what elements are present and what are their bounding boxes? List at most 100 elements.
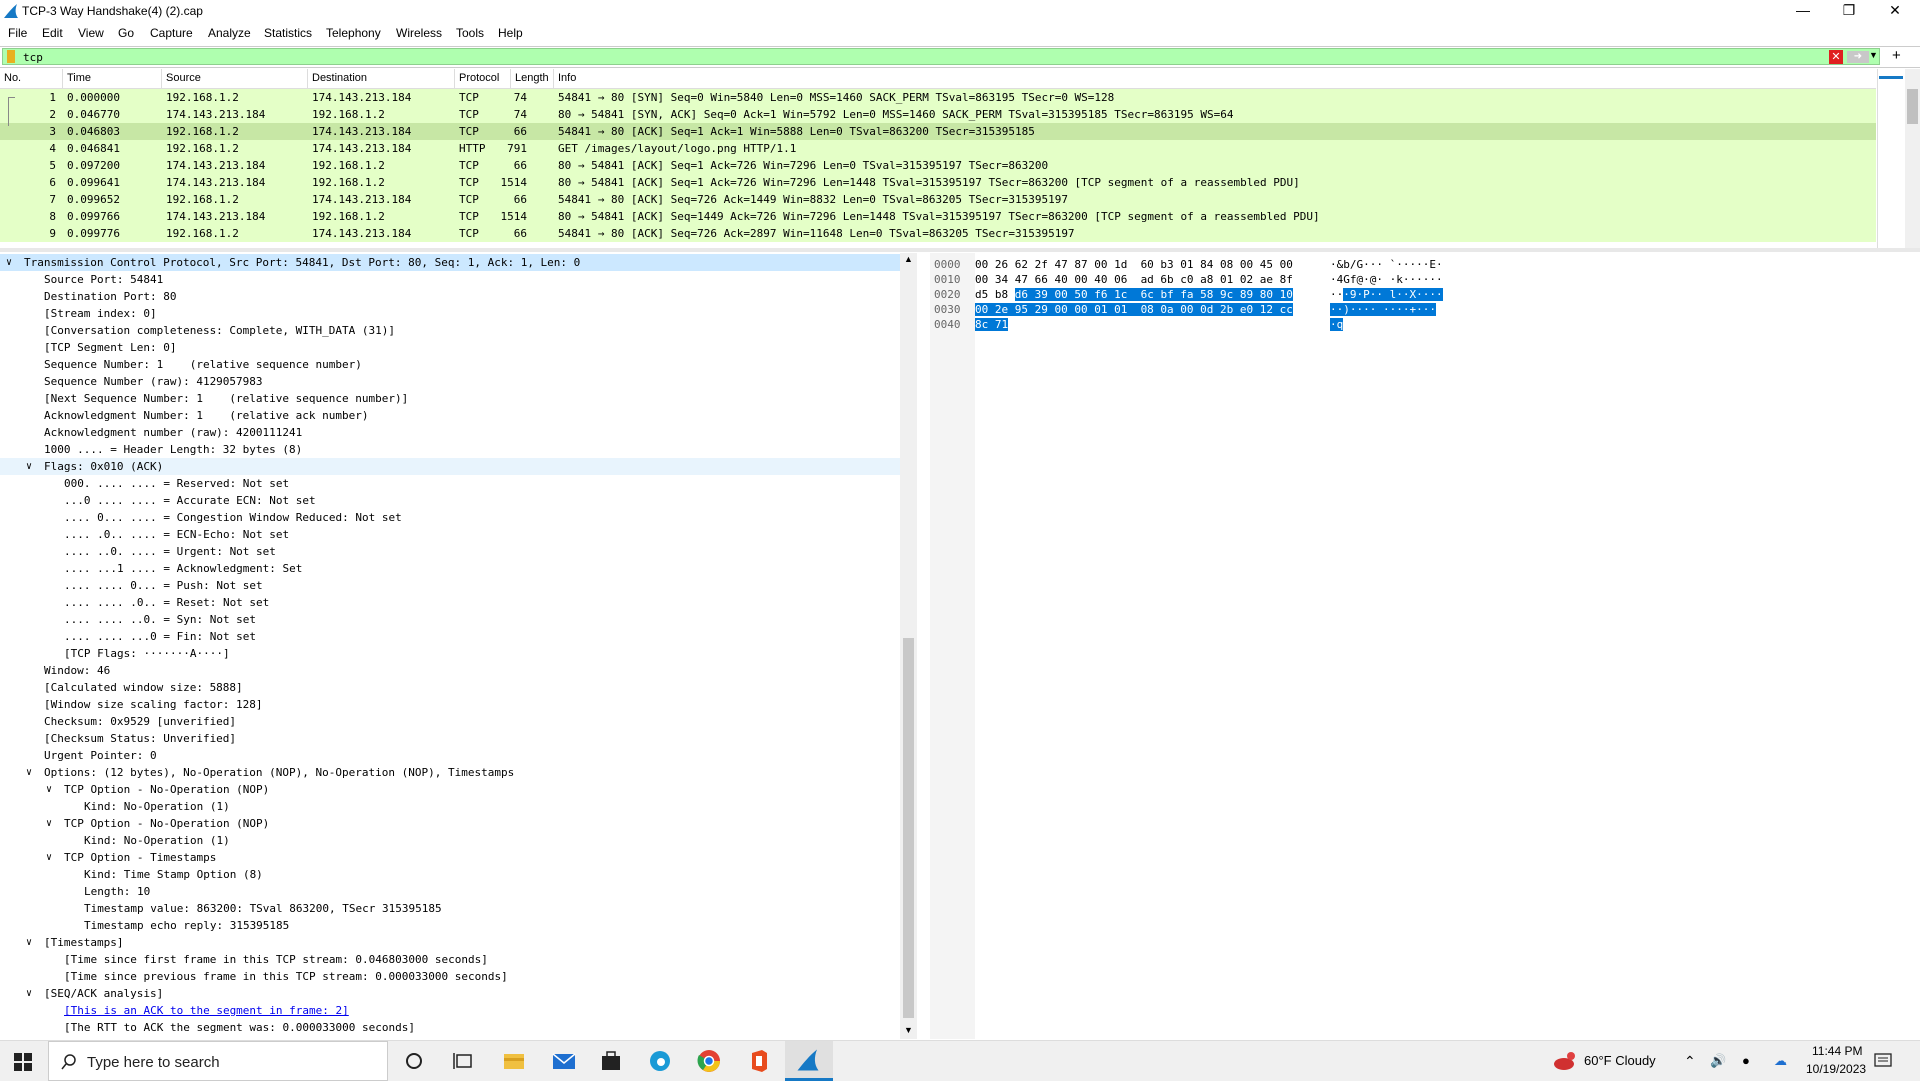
col-info[interactable]: Info: [558, 72, 576, 84]
col-destination[interactable]: Destination: [312, 72, 367, 84]
tree-field[interactable]: .... .... ...0 = Fin: Not set: [0, 628, 900, 645]
ascii-bytes-line[interactable]: ···9·P·· l··X····: [1330, 287, 1443, 302]
bookmark-icon[interactable]: [7, 50, 15, 63]
tree-node[interactable]: ∨ TCP Option - No-Operation (NOP): [0, 815, 900, 832]
tree-field[interactable]: Length: 10: [0, 883, 900, 900]
restore-button[interactable]: ❐: [1826, 0, 1872, 22]
tree-field[interactable]: 000. .... .... = Reserved: Not set: [0, 475, 900, 492]
store-icon[interactable]: [597, 1047, 625, 1075]
tree-field[interactable]: [The RTT to ACK the segment was: 0.00003…: [0, 1019, 900, 1036]
expand-arrow-icon[interactable]: ∨: [26, 764, 32, 781]
packet-minimap[interactable]: [1877, 69, 1905, 248]
tree-field[interactable]: .... .0.. .... = ECN-Echo: Not set: [0, 526, 900, 543]
notifications-icon[interactable]: [1874, 1053, 1892, 1069]
network-icon[interactable]: ●: [1742, 1053, 1750, 1068]
cortana-icon[interactable]: [400, 1047, 428, 1075]
filter-dropdown-icon[interactable]: ▼: [1869, 50, 1878, 60]
menu-analyze[interactable]: Analyze: [208, 26, 251, 40]
tree-field[interactable]: Destination Port: 80: [0, 288, 900, 305]
tree-node[interactable]: ∨ TCP Option - Timestamps: [0, 849, 900, 866]
packet-row[interactable]: 5 0.097200 174.143.213.184 192.168.1.2 TCP 66…: [0, 157, 1876, 174]
details-scrollbar-thumb[interactable]: [903, 638, 914, 1018]
tree-field[interactable]: [Time since first frame in this TCP stre…: [0, 951, 900, 968]
tree-field[interactable]: [Time since previous frame in this TCP s…: [0, 968, 900, 985]
tree-field[interactable]: [Checksum Status: Unverified]: [0, 730, 900, 747]
minimize-button[interactable]: —: [1780, 0, 1826, 22]
expand-arrow-icon[interactable]: ∨: [46, 781, 52, 798]
show-hidden-icons-icon[interactable]: ⌃: [1684, 1053, 1696, 1070]
windows-start-icon[interactable]: [14, 1053, 32, 1071]
packet-list-scrollbar[interactable]: [1905, 69, 1920, 248]
packet-row[interactable]: 7 0.099652 192.168.1.2 174.143.213.184 TCP 66…: [0, 191, 1876, 208]
office-icon[interactable]: [745, 1047, 773, 1075]
tree-field[interactable]: .... ..0. .... = Urgent: Not set: [0, 543, 900, 560]
tree-field[interactable]: .... .... .0.. = Reset: Not set: [0, 594, 900, 611]
hex-bytes-line[interactable]: 00 34 47 66 40 00 40 06 ad 6b c0 a8 01 0…: [975, 272, 1293, 287]
tree-node[interactable]: ∨ TCP Option - No-Operation (NOP): [0, 781, 900, 798]
col-no[interactable]: No.: [4, 72, 21, 84]
packet-row[interactable]: 3 0.046803 192.168.1.2 174.143.213.184 TCP 66…: [0, 123, 1876, 140]
hex-bytes-line[interactable]: d5 b8 d6 39 00 50 f6 1c 6c bf fa 58 9c 8…: [975, 287, 1293, 302]
tree-field[interactable]: Timestamp echo reply: 315395185: [0, 917, 900, 934]
tree-field[interactable]: [TCP Flags: ·······A····]: [0, 645, 900, 662]
expand-arrow-icon[interactable]: ∨: [26, 934, 32, 951]
menu-capture[interactable]: Capture: [150, 26, 193, 40]
apply-filter-icon[interactable]: ➜: [1847, 51, 1869, 63]
tree-node[interactable]: ∨ Options: (12 bytes), No-Operation (NOP)…: [0, 764, 900, 781]
tree-field[interactable]: Window: 46: [0, 662, 900, 679]
menu-telephony[interactable]: Telephony: [326, 26, 381, 40]
col-time[interactable]: Time: [67, 72, 91, 84]
packet-row[interactable]: 2 0.046770 174.143.213.184 192.168.1.2 TCP 74…: [0, 106, 1876, 123]
menu-file[interactable]: File: [8, 26, 27, 40]
menu-tools[interactable]: Tools: [456, 26, 484, 40]
close-window-button[interactable]: ✕: [1872, 0, 1918, 22]
menu-help[interactable]: Help: [498, 26, 523, 40]
wireshark-taskbar-button[interactable]: [785, 1041, 833, 1081]
tree-node[interactable]: ∨ [SEQ/ACK analysis]: [0, 985, 900, 1002]
packet-row[interactable]: 4 0.046841 192.168.1.2 174.143.213.184 HTTP 7…: [0, 140, 1876, 157]
clock-date[interactable]: 10/19/2023: [1806, 1062, 1866, 1076]
tree-field[interactable]: [Next Sequence Number: 1 (relative seque…: [0, 390, 900, 407]
ascii-bytes-line[interactable]: ·q: [1330, 317, 1344, 332]
onedrive-icon[interactable]: ☁: [1774, 1053, 1787, 1069]
packet-row[interactable]: 8 0.099766 174.143.213.184 192.168.1.2 TCP 15…: [0, 208, 1876, 225]
packet-row[interactable]: 1 0.000000 192.168.1.2 174.143.213.184 TCP 74…: [0, 89, 1876, 106]
tree-field[interactable]: [TCP Segment Len: 0]: [0, 339, 900, 356]
mail-icon[interactable]: [550, 1047, 578, 1075]
col-protocol[interactable]: Protocol: [459, 72, 499, 84]
col-length[interactable]: Length: [515, 72, 549, 84]
chrome-icon[interactable]: [695, 1047, 723, 1075]
expand-arrow-icon[interactable]: ∨: [46, 849, 52, 866]
tree-field[interactable]: [Stream index: 0]: [0, 305, 900, 322]
tree-field[interactable]: Timestamp value: 863200: TSval 863200, T…: [0, 900, 900, 917]
expand-arrow-icon[interactable]: ∨: [26, 458, 32, 475]
clock-time[interactable]: 11:44 PM: [1812, 1044, 1862, 1058]
tree-field[interactable]: [This is an ACK to the segment in frame:…: [0, 1002, 900, 1019]
hex-bytes-line[interactable]: 8c 71: [975, 317, 1009, 332]
tree-field[interactable]: Acknowledgment number (raw): 4200111241: [0, 424, 900, 441]
clear-filter-icon[interactable]: ✕: [1829, 50, 1843, 64]
hex-bytes-line[interactable]: 00 26 62 2f 47 87 00 1d 60 b3 01 84 08 0…: [975, 257, 1293, 272]
packet-row[interactable]: 9 0.099776 192.168.1.2 174.143.213.184 TCP 66…: [0, 225, 1876, 242]
expand-arrow-icon[interactable]: ∨: [6, 254, 12, 271]
tree-field[interactable]: Source Port: 54841: [0, 271, 900, 288]
tree-field[interactable]: [Conversation completeness: Complete, WI…: [0, 322, 900, 339]
tree-node[interactable]: ∨ Transmission Control Protocol, Src Port…: [0, 254, 900, 271]
tree-field[interactable]: .... .... 0... = Push: Not set: [0, 577, 900, 594]
volume-icon[interactable]: 🔊: [1710, 1053, 1726, 1069]
tree-field[interactable]: Kind: No-Operation (1): [0, 798, 900, 815]
packet-row[interactable]: 6 0.099641 174.143.213.184 192.168.1.2 TCP 15…: [0, 174, 1876, 191]
hex-bytes-line[interactable]: 00 2e 95 29 00 00 01 01 08 0a 00 0d 2b e…: [975, 302, 1293, 317]
menu-wireless[interactable]: Wireless: [396, 26, 442, 40]
tree-field[interactable]: .... 0... .... = Congestion Window Reduc…: [0, 509, 900, 526]
edge-icon[interactable]: [646, 1047, 674, 1075]
taskbar-search-box[interactable]: Type here to search: [48, 1041, 388, 1081]
ascii-bytes-line[interactable]: ·4Gf@·@· ·k······: [1330, 272, 1443, 287]
tree-field[interactable]: Sequence Number: 1 (relative sequence nu…: [0, 356, 900, 373]
ascii-bytes-line[interactable]: ·&b/G··· `·····E·: [1330, 257, 1443, 272]
expand-arrow-icon[interactable]: ∨: [26, 985, 32, 1002]
menu-statistics[interactable]: Statistics: [264, 26, 312, 40]
tree-field[interactable]: ...0 .... .... = Accurate ECN: Not set: [0, 492, 900, 509]
expand-arrow-icon[interactable]: ∨: [46, 815, 52, 832]
tree-field[interactable]: Acknowledgment Number: 1 (relative ack n…: [0, 407, 900, 424]
